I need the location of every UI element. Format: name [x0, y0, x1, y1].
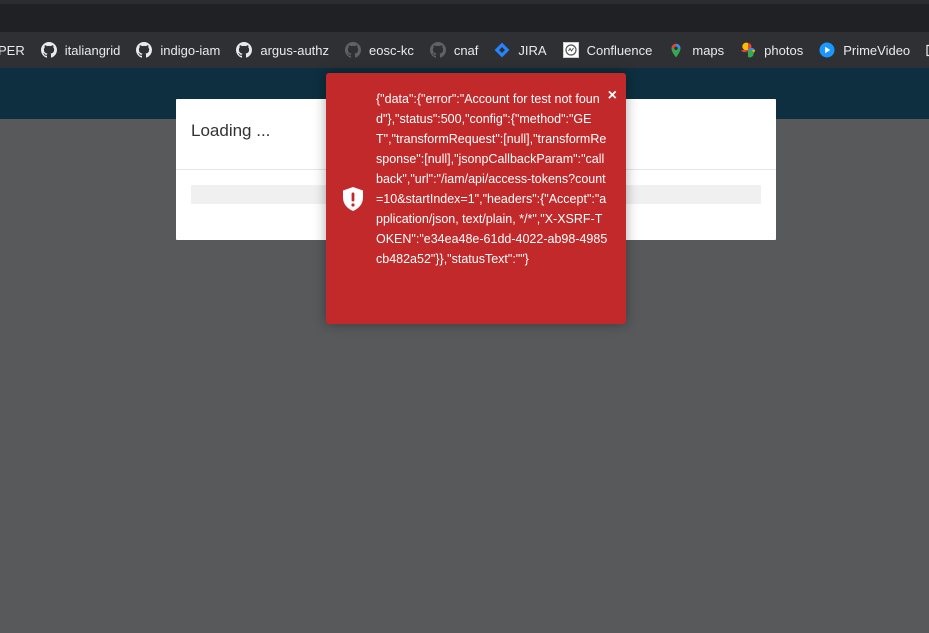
play-icon [819, 42, 835, 58]
bookmark-maps[interactable]: maps [668, 36, 724, 64]
browser-tabstrip [0, 0, 929, 32]
bookmark-label: PrimeVideo [843, 42, 911, 58]
bookmark-primevideo[interactable]: PrimeVideo [819, 36, 910, 64]
bookmark-confluence[interactable]: Confluence [562, 36, 653, 64]
bookmark-label: eosc-kc [369, 42, 414, 58]
bookmark-argus-authz[interactable]: argus-authz [236, 36, 329, 64]
jira-icon [494, 42, 510, 58]
bookmark-cnaf[interactable]: cnaf [429, 36, 479, 64]
photos-pinwheel-icon [740, 42, 756, 58]
shield-alert-icon [342, 186, 364, 212]
github-icon [136, 42, 153, 58]
github-icon [345, 42, 362, 58]
bookmark-label: JIRA [518, 42, 547, 58]
github-icon [429, 42, 446, 58]
confluence-icon [562, 42, 579, 58]
error-toast: {"data":{"error":"Account for test not f… [326, 73, 626, 324]
bookmark-jira[interactable]: JIRA [494, 36, 547, 64]
bookmark-label: maps [692, 42, 725, 58]
loading-title: Loading ... [191, 121, 271, 140]
bookmark-label: PER [0, 42, 25, 58]
bookmarks-bar: PER italiangrid indigo-iam argus-authz e… [0, 32, 929, 68]
bookmark-label: cnaf [453, 42, 479, 58]
bookmark-label: Confluence [586, 42, 653, 58]
close-icon[interactable]: × [608, 88, 617, 104]
bookmark-label: indigo-iam [160, 42, 221, 58]
bookmark-label: italiangrid [64, 42, 121, 58]
bookmark-label: photos [764, 42, 804, 58]
toast-message: {"data":{"error":"Account for test not f… [376, 92, 608, 266]
bookmark-eosc-kc[interactable]: eosc-kc [345, 36, 414, 64]
maps-pin-icon [668, 42, 684, 58]
bookmark-photos[interactable]: photos [740, 36, 803, 64]
bookmark-indigo-iam[interactable]: indigo-iam [136, 36, 220, 64]
bookmark-label: argus-authz [260, 42, 330, 58]
bookmark-italiangrid[interactable]: italiangrid [40, 36, 121, 64]
bookmark-per[interactable]: PER [0, 36, 25, 64]
github-icon [236, 42, 253, 58]
github-icon [40, 42, 57, 58]
